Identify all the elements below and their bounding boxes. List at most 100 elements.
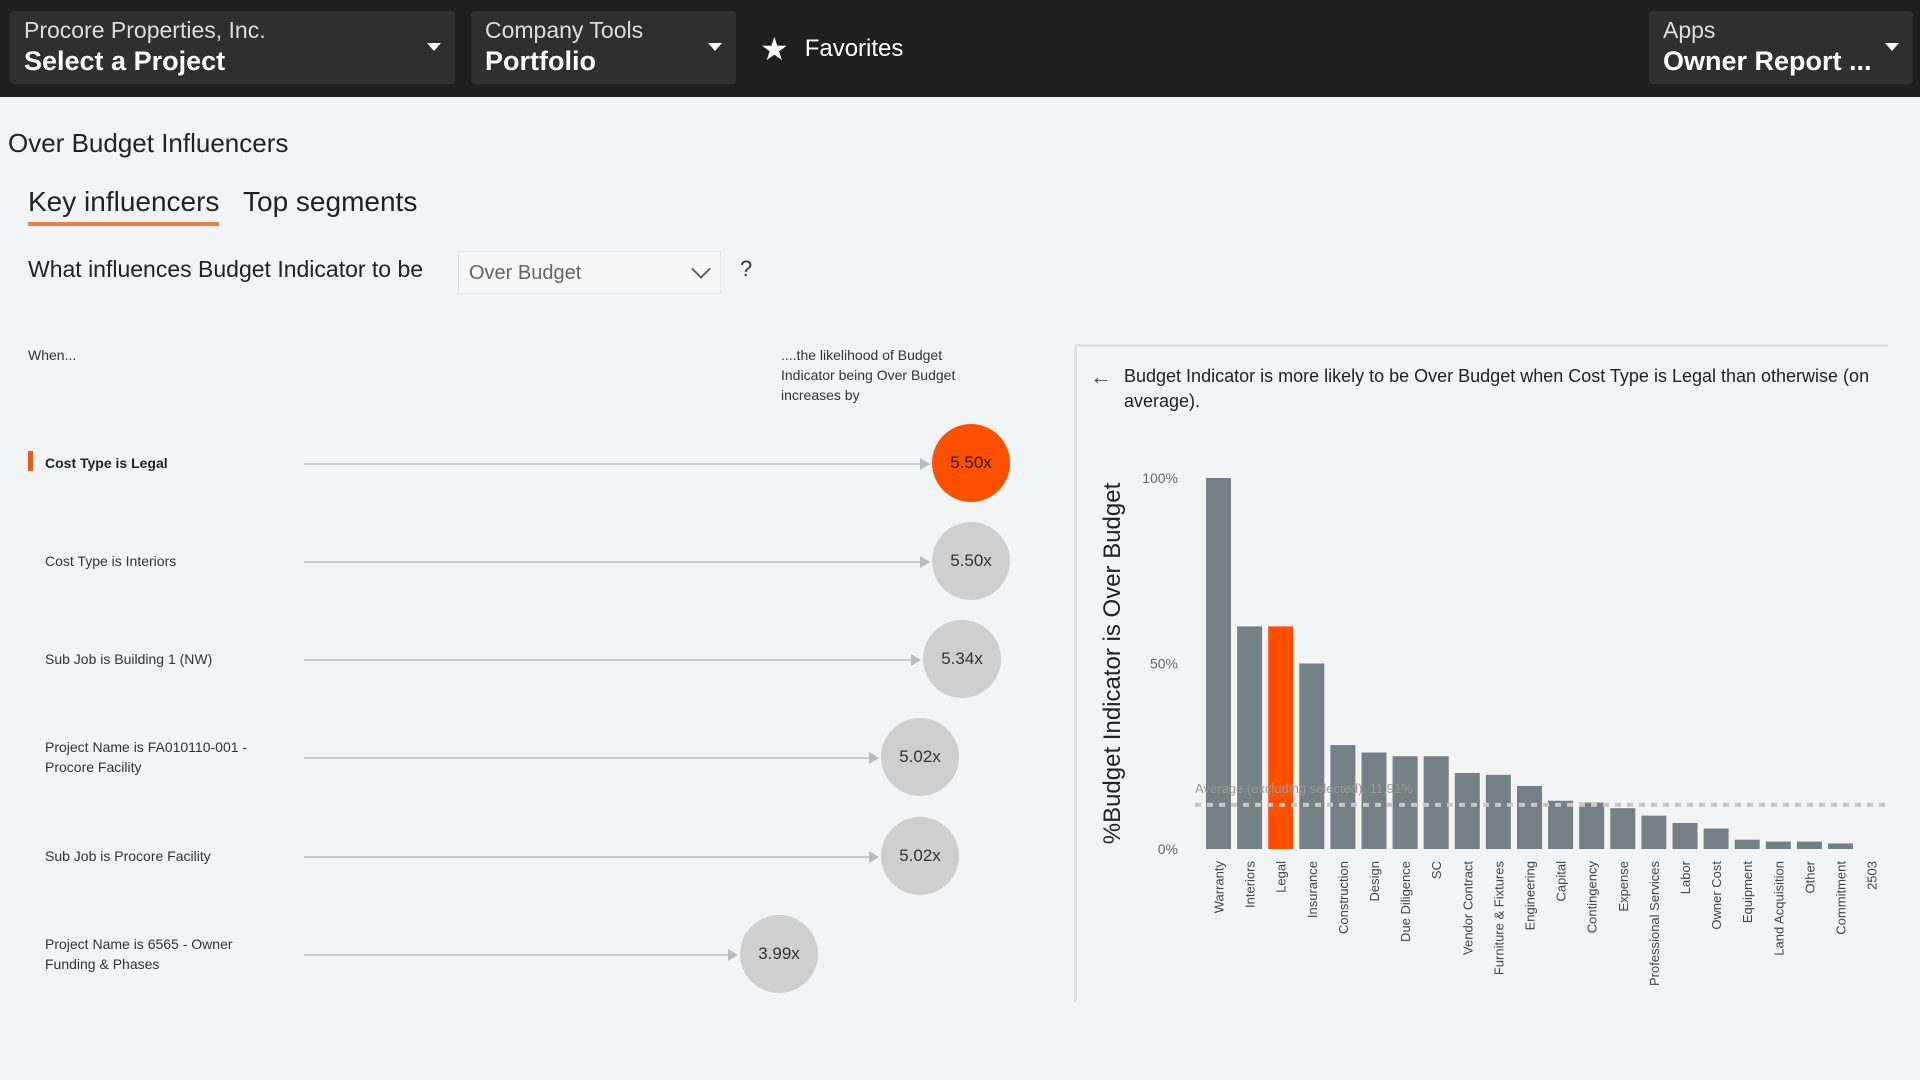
- caret-down-icon: [708, 43, 722, 51]
- x-tick-label: 2503: [1865, 861, 1880, 890]
- influencer-label: Sub Job is Building 1 (NW): [45, 651, 213, 667]
- influence-bubble[interactable]: 5.02x: [881, 817, 959, 895]
- influencer-row[interactable]: Cost Type is Legal 5.50x: [0, 423, 1060, 503]
- x-tick-label: Furniture & Fixtures: [1491, 861, 1506, 976]
- influencer-label: Cost Type is Legal: [45, 455, 168, 471]
- influence-bubble[interactable]: 3.99x: [740, 915, 818, 993]
- apps-selector[interactable]: Apps Owner Report ...: [1649, 11, 1913, 84]
- question-text: What influences Budget Indicator to be: [28, 256, 424, 282]
- likelihood-header: ....the likelihood of Budget Indicator b…: [781, 347, 956, 403]
- apps-label: Apps: [1663, 17, 1716, 43]
- bar: [1517, 785, 1542, 849]
- favorites-button[interactable]: ★ Favorites: [760, 30, 903, 68]
- bar: [1237, 626, 1263, 849]
- influencer-row[interactable]: Sub Job is Building 1 (NW) 5.34x: [0, 619, 1060, 699]
- bar: [1765, 841, 1791, 849]
- apps-value: Owner Report ...: [1663, 46, 1872, 76]
- back-arrow-icon[interactable]: ←: [1090, 364, 1112, 390]
- connector-line: [304, 757, 869, 759]
- y-tick-label: 0%: [1158, 841, 1178, 857]
- star-icon: ★: [760, 31, 789, 67]
- influencer-row[interactable]: Sub Job is Procore Facility 5.02x: [0, 816, 1060, 896]
- caret-down-icon: [1885, 43, 1899, 51]
- bar: [1423, 756, 1449, 849]
- x-tick-label: Vendor Contract: [1460, 861, 1475, 955]
- connector-line: [304, 954, 728, 956]
- connector-line: [304, 561, 920, 563]
- tab-key-influencers[interactable]: Key influencers: [28, 186, 220, 226]
- y-tick-label: 50%: [1150, 656, 1178, 672]
- influencer-label: Project Name is FA010110-001 - Procore F…: [45, 739, 248, 775]
- x-tick-label: Capital: [1554, 861, 1569, 902]
- bar: [1268, 626, 1294, 849]
- x-tick-label: Due Diligence: [1398, 861, 1413, 942]
- x-tick-label: SC: [1429, 861, 1444, 879]
- influence-bubble[interactable]: 5.50x: [932, 424, 1010, 502]
- influencer-label: Project Name is 6565 - Owner Funding & P…: [45, 936, 233, 972]
- arrow-head-icon: [869, 851, 879, 863]
- influencer-row[interactable]: Cost Type is Interiors 5.50x: [0, 521, 1060, 601]
- tools-label: Company Tools: [485, 17, 644, 43]
- influencer-label: Sub Job is Procore Facility: [45, 848, 211, 864]
- help-icon[interactable]: ?: [740, 256, 752, 282]
- company-name: Procore Properties, Inc.: [24, 17, 266, 43]
- x-tick-label: Owner Cost: [1709, 861, 1724, 930]
- influencer-label: Cost Type is Interiors: [45, 553, 177, 569]
- bar: [1672, 823, 1698, 849]
- bar: [1703, 828, 1729, 849]
- bar: [1392, 756, 1418, 849]
- bar: [1299, 663, 1325, 849]
- connector-line: [304, 856, 869, 858]
- connector-line: [304, 463, 920, 465]
- bar: [1485, 774, 1511, 849]
- x-tick-label: Engineering: [1523, 861, 1538, 930]
- bar: [1734, 839, 1760, 849]
- influence-bubble[interactable]: 5.02x: [881, 718, 959, 796]
- x-tick-label: Design: [1367, 861, 1382, 901]
- influence-bubble[interactable]: 5.50x: [932, 522, 1010, 600]
- x-tick-label: Insurance: [1305, 861, 1320, 918]
- x-tick-label: Contingency: [1585, 861, 1600, 934]
- select-value: Over Budget: [469, 262, 582, 284]
- average-label: Average (excluding selected): 11.91%: [1195, 781, 1413, 796]
- selected-marker: [28, 451, 33, 471]
- x-tick-label: Land Acquisition: [1771, 861, 1786, 956]
- bar: [1361, 752, 1387, 849]
- arrow-head-icon: [911, 654, 921, 666]
- x-tick-label: Construction: [1336, 861, 1351, 934]
- when-header: When...: [28, 347, 77, 363]
- detail-text: Budget Indicator is more likely to be Ov…: [1124, 366, 1870, 411]
- bar: [1330, 745, 1356, 849]
- bar: [1641, 815, 1667, 849]
- x-tick-label: Other: [1802, 860, 1817, 893]
- page-title: Over Budget Influencers: [8, 128, 289, 158]
- chevron-down-icon: [691, 259, 711, 279]
- bar: [1796, 841, 1822, 849]
- tab-top-segments[interactable]: Top segments: [243, 186, 417, 218]
- x-tick-label: Warranty: [1212, 861, 1227, 914]
- x-tick-label: Interiors: [1243, 861, 1258, 908]
- influence-bubble[interactable]: 5.34x: [923, 620, 1001, 698]
- x-tick-label: Commitment: [1834, 861, 1849, 935]
- bar: [1548, 800, 1574, 849]
- arrow-head-icon: [728, 949, 738, 961]
- project-label: Select a Project: [24, 46, 226, 76]
- y-axis-label: %Budget Indicator is Over Budget: [1099, 482, 1126, 844]
- connector-line: [304, 659, 911, 661]
- x-tick-label: Expense: [1616, 861, 1631, 912]
- arrow-head-icon: [920, 458, 930, 470]
- x-tick-label: Equipment: [1740, 861, 1755, 924]
- y-tick-label: 100%: [1142, 470, 1178, 486]
- influencer-row[interactable]: Project Name is 6565 - Owner Funding & P…: [0, 914, 1060, 994]
- budget-indicator-select[interactable]: Over Budget: [458, 251, 721, 294]
- top-nav-bar: Procore Properties, Inc. Select a Projec…: [0, 0, 1920, 97]
- x-tick-label: Legal: [1274, 861, 1289, 893]
- project-selector[interactable]: Procore Properties, Inc. Select a Projec…: [10, 11, 455, 84]
- bar: [1610, 808, 1636, 849]
- bar: [1579, 802, 1605, 849]
- influencer-row[interactable]: Project Name is FA010110-001 - Procore F…: [0, 717, 1060, 797]
- company-tools-selector[interactable]: Company Tools Portfolio: [471, 11, 736, 84]
- bar-chart: 0% 50% 100% %Budget Indicator is Over Budge…: [1099, 470, 1890, 986]
- x-tick-label: Labor: [1678, 860, 1693, 894]
- arrow-head-icon: [920, 556, 930, 568]
